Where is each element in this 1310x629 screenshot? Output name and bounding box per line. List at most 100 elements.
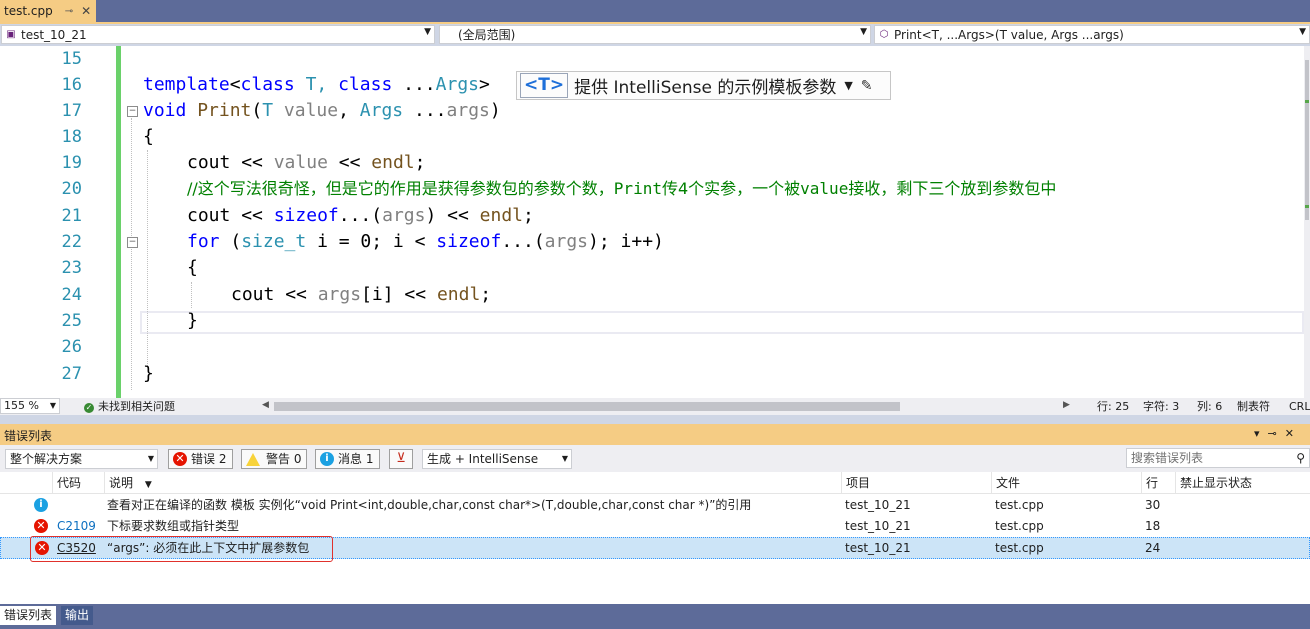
line-number: 24	[61, 285, 82, 305]
code-line-19: cout << value << endl;	[187, 152, 426, 173]
search-placeholder: 搜索错误列表	[1131, 451, 1204, 465]
code-line-23: {	[187, 257, 198, 278]
line-number: 22	[61, 232, 82, 252]
warning-icon	[246, 452, 260, 466]
issues-text: 未找到相关问题	[98, 400, 175, 413]
sort-down-icon: ▼	[144, 480, 152, 490]
errors-filter-label: 错误 2	[191, 452, 227, 466]
tab-output[interactable]: 输出	[61, 606, 94, 625]
column-suppression[interactable]: 禁止显示状态	[1175, 472, 1310, 494]
error-icon: ✕	[34, 519, 48, 533]
scope-filter-dropdown[interactable]: 整个解决方案 ▼	[5, 449, 158, 469]
column-description[interactable]: 说明 ▼	[104, 472, 841, 494]
member-dropdown[interactable]: ⬡ Print<T, ...Args>(T value, Args ...arg…	[874, 25, 1310, 44]
line-number: 15	[61, 49, 82, 69]
cursor-char: 字符: 3	[1143, 400, 1180, 413]
tool-window-tab-strip	[0, 604, 1310, 629]
project-dropdown[interactable]: ▣ test_10_21 ▼	[1, 25, 435, 44]
chevron-down-icon: ▼	[860, 27, 867, 37]
error-project: test_10_21	[845, 498, 911, 512]
messages-filter-label: 消息 1	[338, 452, 374, 466]
code-line-25: }	[187, 310, 198, 331]
chevron-down-icon[interactable]: ▼	[844, 79, 852, 92]
error-code-link[interactable]: C2109	[57, 515, 96, 537]
chevron-down-icon: ▼	[424, 27, 431, 37]
column-project[interactable]: 项目	[841, 472, 991, 494]
error-project: test_10_21	[845, 541, 911, 555]
chevron-down-icon: ▼	[49, 401, 56, 410]
info-icon: i	[34, 498, 48, 512]
filter-button[interactable]: ⊻	[389, 449, 413, 469]
error-file: test.cpp	[995, 519, 1044, 533]
horizontal-scroll-thumb[interactable]	[274, 402, 900, 411]
code-line-21: cout << sizeof...(args) << endl;	[187, 205, 534, 226]
code-line-20: //这个写法很奇怪，但是它的作用是获得参数包的参数个数，Print传4个实参，一…	[187, 179, 1057, 198]
template-argument-hint[interactable]: <T> 提供 IntelliSense 的示例模板参数 ▼ ✎	[516, 71, 891, 100]
scope-dropdown[interactable]: (全局范围) ▼	[439, 25, 871, 44]
warnings-filter-button[interactable]: 警告 0	[241, 449, 307, 469]
window-buttons[interactable]: ▾⊸✕	[1254, 427, 1302, 440]
project-dropdown-label: test_10_21	[21, 27, 87, 42]
collapse-icon[interactable]: −	[127, 106, 138, 117]
line-number: 17	[61, 101, 82, 121]
tab-test-cpp[interactable]: test.cpp ⊸ ✕	[0, 0, 96, 22]
indent-mode[interactable]: 制表符	[1237, 398, 1270, 415]
table-row[interactable]: i 查看对正在编译的函数 模板 实例化“void Print<int,doubl…	[0, 494, 1310, 516]
table-row[interactable]: ✕ C2109 下标要求数组或指针类型 test_10_21 test.cpp …	[0, 515, 1310, 537]
error-line: 30	[1145, 498, 1161, 512]
error-search-input[interactable]: 搜索错误列表 ⚲	[1126, 448, 1310, 468]
scope-dropdown-label: (全局范围)	[458, 28, 516, 42]
editor-scroll-thumb[interactable]	[1305, 60, 1309, 220]
info-icon: i	[320, 452, 334, 466]
messages-filter-button[interactable]: i 消息 1	[315, 449, 380, 469]
build-filter-label: 生成 + IntelliSense	[427, 452, 539, 466]
scroll-right-icon[interactable]: ▶	[1063, 400, 1070, 410]
build-filter-dropdown[interactable]: 生成 + IntelliSense ▼	[422, 449, 572, 469]
line-number: 26	[61, 337, 82, 357]
error-file: test.cpp	[995, 541, 1044, 555]
line-number: 20	[61, 179, 82, 199]
error-icon: ✕	[173, 452, 187, 466]
error-list-titlebar: 错误列表 ▾⊸✕	[0, 424, 1310, 445]
error-line: 18	[1145, 519, 1161, 533]
error-project: test_10_21	[845, 519, 911, 533]
code-line-22: for (size_t i = 0; i < sizeof...(args); …	[187, 231, 664, 252]
filter-icon: ⊻	[396, 451, 406, 466]
column-line[interactable]: 行	[1141, 472, 1175, 494]
line-number: 21	[61, 206, 82, 226]
line-number: 16	[61, 75, 82, 95]
scroll-left-icon[interactable]: ◀	[262, 400, 269, 410]
line-endings[interactable]: CRL	[1289, 398, 1310, 415]
tab-label: test.cpp	[4, 4, 53, 18]
chevron-down-icon: ▼	[1299, 27, 1306, 37]
column-file[interactable]: 文件	[991, 472, 1141, 494]
column-code[interactable]: 代码	[52, 472, 104, 494]
collapse-icon[interactable]: −	[127, 237, 138, 248]
indent-guide	[191, 282, 192, 308]
issues-indicator[interactable]: ✓ 未找到相关问题	[84, 398, 175, 415]
chevron-down-icon: ▼	[561, 454, 568, 463]
pencil-icon[interactable]: ✎	[861, 78, 873, 94]
pin-icon[interactable]: ⊸	[65, 6, 73, 17]
panel-splitter[interactable]	[0, 415, 1310, 424]
indent-guide	[147, 150, 148, 366]
fold-guide	[131, 118, 132, 390]
code-line-24: cout << args[i] << endl;	[231, 284, 492, 305]
code-line-27: }	[143, 363, 154, 384]
chevron-down-icon: ▼	[147, 454, 154, 463]
cursor-row: 行: 25	[1097, 400, 1130, 413]
tab-error-list[interactable]: 错误列表	[0, 606, 57, 625]
change-marker	[1305, 205, 1309, 208]
code-line-18: {	[143, 126, 154, 147]
project-icon: ▣	[6, 29, 16, 40]
code-line-16: template<class T, class ...Args>	[143, 74, 490, 95]
template-hint-text: 提供 IntelliSense 的示例模板参数	[574, 78, 837, 98]
line-number: 18	[61, 127, 82, 147]
zoom-level: 155 %	[4, 399, 39, 412]
zoom-dropdown[interactable]: 155 % ▼	[0, 398, 60, 414]
errors-filter-button[interactable]: ✕ 错误 2	[168, 449, 233, 469]
close-icon[interactable]: ✕	[81, 4, 91, 18]
error-description: 查看对正在编译的函数 模板 实例化“void Print<int,double,…	[107, 498, 752, 512]
scope-filter-label: 整个解决方案	[10, 452, 83, 466]
change-tracking-bar	[116, 46, 121, 398]
